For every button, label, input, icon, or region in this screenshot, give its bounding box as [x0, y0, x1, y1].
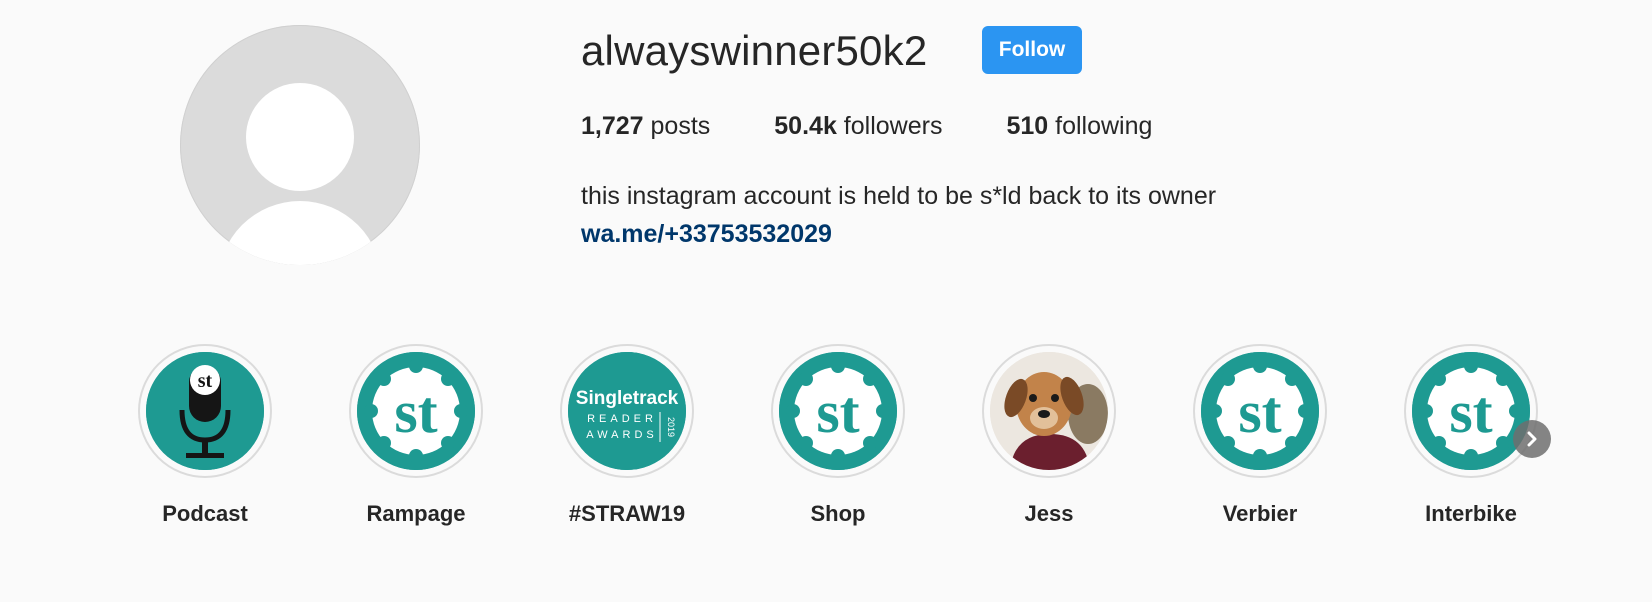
awards-reader: READER	[587, 413, 657, 425]
story-highlights: st Podcast st Rampage Singletrack READER…	[0, 344, 1652, 534]
highlight-straw19[interactable]: Singletrack READER AWARDS 2019 #STRAW19	[527, 344, 727, 534]
chevron-right-icon	[1527, 431, 1537, 447]
highlight-ring	[982, 344, 1116, 478]
highlight-shop[interactable]: st Shop	[738, 344, 938, 534]
highlight-ring: st	[1193, 344, 1327, 478]
highlight-label: Rampage	[366, 501, 466, 526]
highlights-next-button[interactable]	[1513, 420, 1551, 458]
highlight-ring: st	[1404, 344, 1538, 478]
highlight-ring: st	[349, 344, 483, 478]
svg-text:st: st	[1449, 379, 1492, 445]
svg-text:st: st	[198, 370, 213, 392]
highlight-label: Podcast	[162, 501, 248, 526]
stat-posts: 1,727 posts	[581, 110, 710, 142]
highlight-ring: Singletrack READER AWARDS 2019	[560, 344, 694, 478]
awards-year: 2019	[666, 417, 676, 437]
svg-text:st: st	[394, 379, 437, 445]
profile-bio: this instagram account is held to be s*l…	[581, 182, 1217, 210]
profile-stats: 1,727 posts 50.4k followers 510 followin…	[581, 110, 1216, 142]
dog-photo-icon	[990, 352, 1108, 470]
profile-link[interactable]: wa.me/+33753532029	[581, 218, 832, 250]
follow-button[interactable]: Follow	[982, 26, 1082, 74]
posts-count: 1,727	[581, 112, 644, 140]
stat-following[interactable]: 510 following	[1006, 110, 1152, 142]
followers-label: followers	[843, 112, 943, 140]
awards-title: Singletrack	[576, 388, 679, 409]
profile-username: alwayswinner50k2	[581, 27, 928, 74]
highlight-ring: st	[771, 344, 905, 478]
microphone-icon: st	[146, 352, 264, 470]
avatar-body-silhouette	[218, 201, 382, 265]
highlight-podcast[interactable]: st Podcast	[105, 344, 305, 534]
stat-followers[interactable]: 50.4k followers	[774, 110, 942, 142]
highlight-label: Verbier	[1222, 501, 1298, 526]
st-logo-icon: st	[1201, 352, 1319, 470]
following-label: following	[1055, 112, 1153, 140]
highlight-rampage[interactable]: st Rampage	[316, 344, 516, 534]
st-logo-icon: st	[357, 352, 475, 470]
avatar-head-silhouette	[246, 83, 354, 191]
highlight-jess[interactable]: Jess	[949, 344, 1149, 534]
awards-word: AWARDS	[586, 429, 657, 441]
profile-avatar[interactable]	[180, 25, 420, 265]
followers-count: 50.4k	[774, 112, 837, 140]
svg-text:st: st	[816, 379, 859, 445]
following-count: 510	[1006, 112, 1049, 140]
highlight-label: Shop	[810, 501, 866, 526]
highlight-verbier[interactable]: st Verbier	[1160, 344, 1360, 534]
posts-label: posts	[650, 112, 711, 140]
highlight-label: Interbike	[1425, 501, 1517, 526]
highlight-label: #STRAW19	[568, 501, 686, 526]
st-logo-icon: st	[1412, 352, 1530, 470]
highlight-ring: st	[138, 344, 272, 478]
st-logo-icon: st	[779, 352, 897, 470]
svg-text:st: st	[1238, 379, 1281, 445]
highlight-label: Jess	[1024, 501, 1074, 526]
singletrack-awards-icon: Singletrack READER AWARDS 2019	[568, 352, 686, 470]
